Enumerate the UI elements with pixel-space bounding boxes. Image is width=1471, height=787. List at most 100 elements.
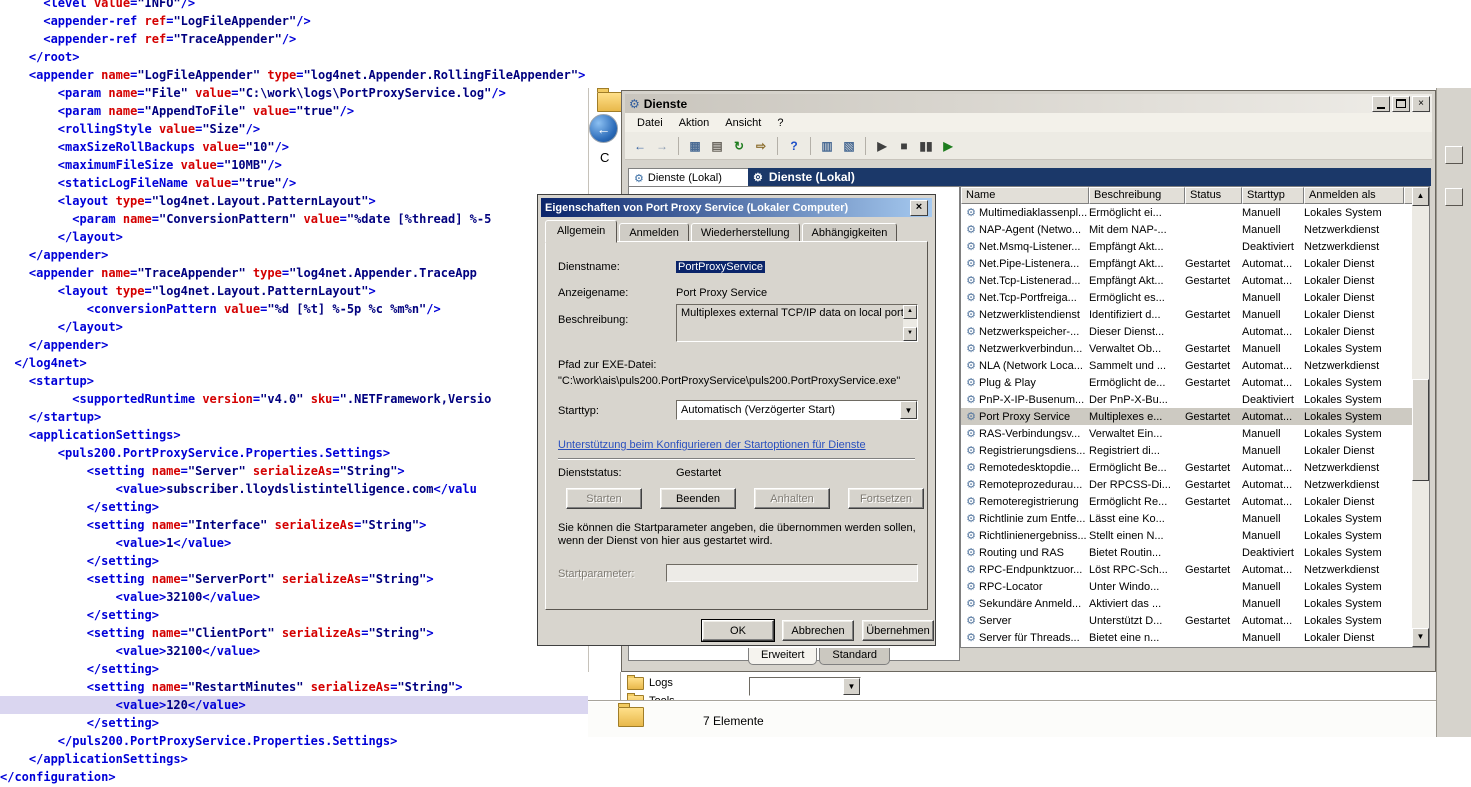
column-header[interactable]: Status (1185, 187, 1242, 204)
service-row[interactable]: ⚙Multimediaklassenpl...Ermöglicht ei...M… (961, 204, 1412, 221)
back-icon[interactable]: ← (630, 136, 650, 156)
service-row[interactable]: ⚙ServerUnterstützt D...GestartetAutomat.… (961, 612, 1412, 629)
refresh-icon[interactable]: ↻ (729, 136, 749, 156)
service-row[interactable]: ⚙NLA (Network Loca...Sammelt und ...Gest… (961, 357, 1412, 374)
code-line: </configuration> (0, 768, 600, 786)
service-buttons: StartenBeendenAnhaltenFortsetzen (566, 488, 924, 509)
view-tab-erweitert[interactable]: Erweitert (748, 648, 817, 665)
column-header[interactable]: Starttyp (1242, 187, 1304, 204)
dialog-title-bar[interactable]: Eigenschaften von Port Proxy Service (Lo… (541, 198, 932, 217)
service-row[interactable]: ⚙Netzwerkverbindun...Verwaltet Ob...Gest… (961, 340, 1412, 357)
view-tab-standard[interactable]: Standard (819, 648, 890, 665)
service-row[interactable]: ⚙Net.Msmq-Listener...Empfängt Akt...Deak… (961, 238, 1412, 255)
beschreibung-scrollbar[interactable]: ▲ ▼ (903, 305, 917, 341)
beschreibung-field[interactable]: Multiplexes external TCP/IP data on loca… (676, 304, 918, 342)
cell: Registrierungsdiens... (979, 445, 1089, 457)
cell: Manuell (1242, 581, 1304, 593)
cell: Manuell (1242, 207, 1304, 219)
scroll-up-icon[interactable]: ▲ (903, 305, 917, 319)
menu-item-aktion[interactable]: Aktion (671, 115, 718, 131)
service-row[interactable]: ⚙Port Proxy ServiceMultiplexes e...Gesta… (961, 408, 1412, 425)
title-bar[interactable]: ⚙ Dienste × (625, 94, 1432, 113)
service-row[interactable]: ⚙Net.Pipe-Listenera...Empfängt Akt...Ges… (961, 255, 1412, 272)
beenden-button[interactable]: Beenden (660, 488, 736, 509)
service-row[interactable]: ⚙Plug & PlayErmöglicht de...GestartetAut… (961, 374, 1412, 391)
pause-service-icon[interactable]: ▮▮ (916, 136, 936, 156)
service-row[interactable]: ⚙RPC-Endpunktzuor...Löst RPC-Sch...Gesta… (961, 561, 1412, 578)
cell: Remoteprozedurau... (979, 479, 1089, 491)
code-line: <startup> (0, 372, 600, 390)
tab-wiederherstellung[interactable]: Wiederherstellung (691, 223, 800, 243)
explorer-back-icon[interactable]: ← (589, 114, 618, 143)
cell: Sammelt und ... (1089, 360, 1185, 372)
forward-icon[interactable]: → (652, 136, 672, 156)
code-editor[interactable]: <level value="INFO"/> <appender-ref ref=… (0, 0, 600, 786)
maximize-icon[interactable] (1392, 96, 1410, 112)
service-row[interactable]: ⚙Richtlinienergebniss...Stellt einen N..… (961, 527, 1412, 544)
service-row[interactable]: ⚙PnP-X-IP-Busenum...Der PnP-X-Bu...Deakt… (961, 391, 1412, 408)
tab-allgemein[interactable]: Allgemein (545, 220, 617, 243)
export-list-icon[interactable]: ⇨ (751, 136, 771, 156)
start-service-icon[interactable]: ▶ (872, 136, 892, 156)
minimize-icon[interactable] (1372, 96, 1390, 112)
scroll-up-icon[interactable]: ▲ (1412, 187, 1429, 206)
cell: Lokales System (1304, 411, 1400, 423)
service-gear-icon: ⚙ (963, 495, 979, 508)
code-line: <level value="INFO"/> (0, 0, 600, 12)
chevron-down-icon[interactable]: ▼ (900, 401, 917, 419)
close-icon[interactable]: × (910, 200, 928, 216)
service-row[interactable]: ⚙Netzwerkspeicher-...Dieser Dienst...Aut… (961, 323, 1412, 340)
service-row[interactable]: ⚙Richtlinie zum Entfe...Lässt eine Ko...… (961, 510, 1412, 527)
service-row[interactable]: ⚙Remotedesktopdie...Ermöglicht Be...Gest… (961, 459, 1412, 476)
scroll-down-icon[interactable]: ▼ (1412, 628, 1429, 647)
startoptionen-link[interactable]: Unterstützung beim Konfigurieren der Sta… (558, 439, 866, 451)
help-icon[interactable]: ? (784, 136, 804, 156)
menu-item-ansicht[interactable]: Ansicht (717, 115, 769, 131)
service-row[interactable]: ⚙Remoteprozedurau...Der RPCSS-Di...Gesta… (961, 476, 1412, 493)
restart-service-icon[interactable]: ▶ (938, 136, 958, 156)
column-header[interactable]: Beschreibung (1089, 187, 1185, 204)
list-view-icon[interactable]: ▧ (839, 136, 859, 156)
starttyp-select[interactable]: Automatisch (Verzögerter Start) ▼ (676, 400, 918, 420)
menu-item-datei[interactable]: Datei (629, 115, 671, 131)
cell: Lokales System (1304, 598, 1400, 610)
service-row[interactable]: ⚙Routing und RASBietet Routin...Deaktivi… (961, 544, 1412, 561)
tab-anmelden[interactable]: Anmelden (619, 223, 689, 243)
scroll-down-icon[interactable]: ▼ (903, 327, 917, 341)
pane-header-label: Dienste (Lokal) (769, 170, 855, 184)
stop-service-icon[interactable]: ■ (894, 136, 914, 156)
show-tree-icon[interactable]: ▦ (685, 136, 705, 156)
tab-dienste-lokal[interactable]: ⚙ Dienste (Lokal) (628, 168, 753, 187)
cell: Multiplexes e... (1089, 411, 1185, 423)
cell: Gestartet (1185, 564, 1242, 576)
service-row[interactable]: ⚙NetzwerklistendienstIdentifiziert d...G… (961, 306, 1412, 323)
scrollbar-thumb[interactable] (1412, 379, 1429, 481)
ok-button[interactable]: OK (702, 620, 774, 641)
service-row[interactable]: ⚙Server für Threads...Bietet eine n...Ma… (961, 629, 1412, 646)
column-header[interactable]: Name (961, 187, 1089, 204)
service-row[interactable]: ⚙Registrierungsdiens...Registriert di...… (961, 442, 1412, 459)
extended-view-icon[interactable]: ▥ (817, 136, 837, 156)
code-line: <maximumFileSize value="10MB"/> (0, 156, 600, 174)
properties-icon[interactable]: ▤ (707, 136, 727, 156)
chevron-down-icon[interactable]: ▼ (843, 678, 860, 695)
service-row[interactable]: ⚙RAS-Verbindungsv...Verwaltet Ein...Manu… (961, 425, 1412, 442)
service-row[interactable]: ⚙Sekundäre Anmeld...Aktiviert das ...Man… (961, 595, 1412, 612)
service-row[interactable]: ⚙RemoteregistrierungErmöglicht Re...Gest… (961, 493, 1412, 510)
anzeigename-value[interactable]: Port Proxy Service (676, 287, 767, 299)
services-scrollbar[interactable]: ▲ ▼ (1412, 187, 1429, 647)
cell: Automat... (1242, 615, 1304, 627)
cell: Stellt einen N... (1089, 530, 1185, 542)
service-row[interactable]: ⚙Net.Tcp-Portfreiga...Ermöglicht es...Ma… (961, 289, 1412, 306)
column-header[interactable]: Anmelden als (1304, 187, 1404, 204)
service-row[interactable]: ⚙Net.Tcp-Listenerad...Empfängt Akt...Ges… (961, 272, 1412, 289)
service-row[interactable]: ⚙NAP-Agent (Netwo...Mit dem NAP-...Manue… (961, 221, 1412, 238)
übernehmen-button[interactable]: Übernehmen (862, 620, 934, 641)
tab-abhängigkeiten[interactable]: Abhängigkeiten (802, 223, 898, 243)
menu-item-hilfe[interactable]: ? (769, 115, 791, 131)
dienstname-value[interactable]: PortProxyService (676, 261, 765, 273)
view-dropdown[interactable]: ▼ (749, 677, 861, 696)
service-row[interactable]: ⚙RPC-LocatorUnter Windo...ManuellLokales… (961, 578, 1412, 595)
abbrechen-button[interactable]: Abbrechen (782, 620, 854, 641)
close-icon[interactable]: × (1412, 96, 1430, 112)
